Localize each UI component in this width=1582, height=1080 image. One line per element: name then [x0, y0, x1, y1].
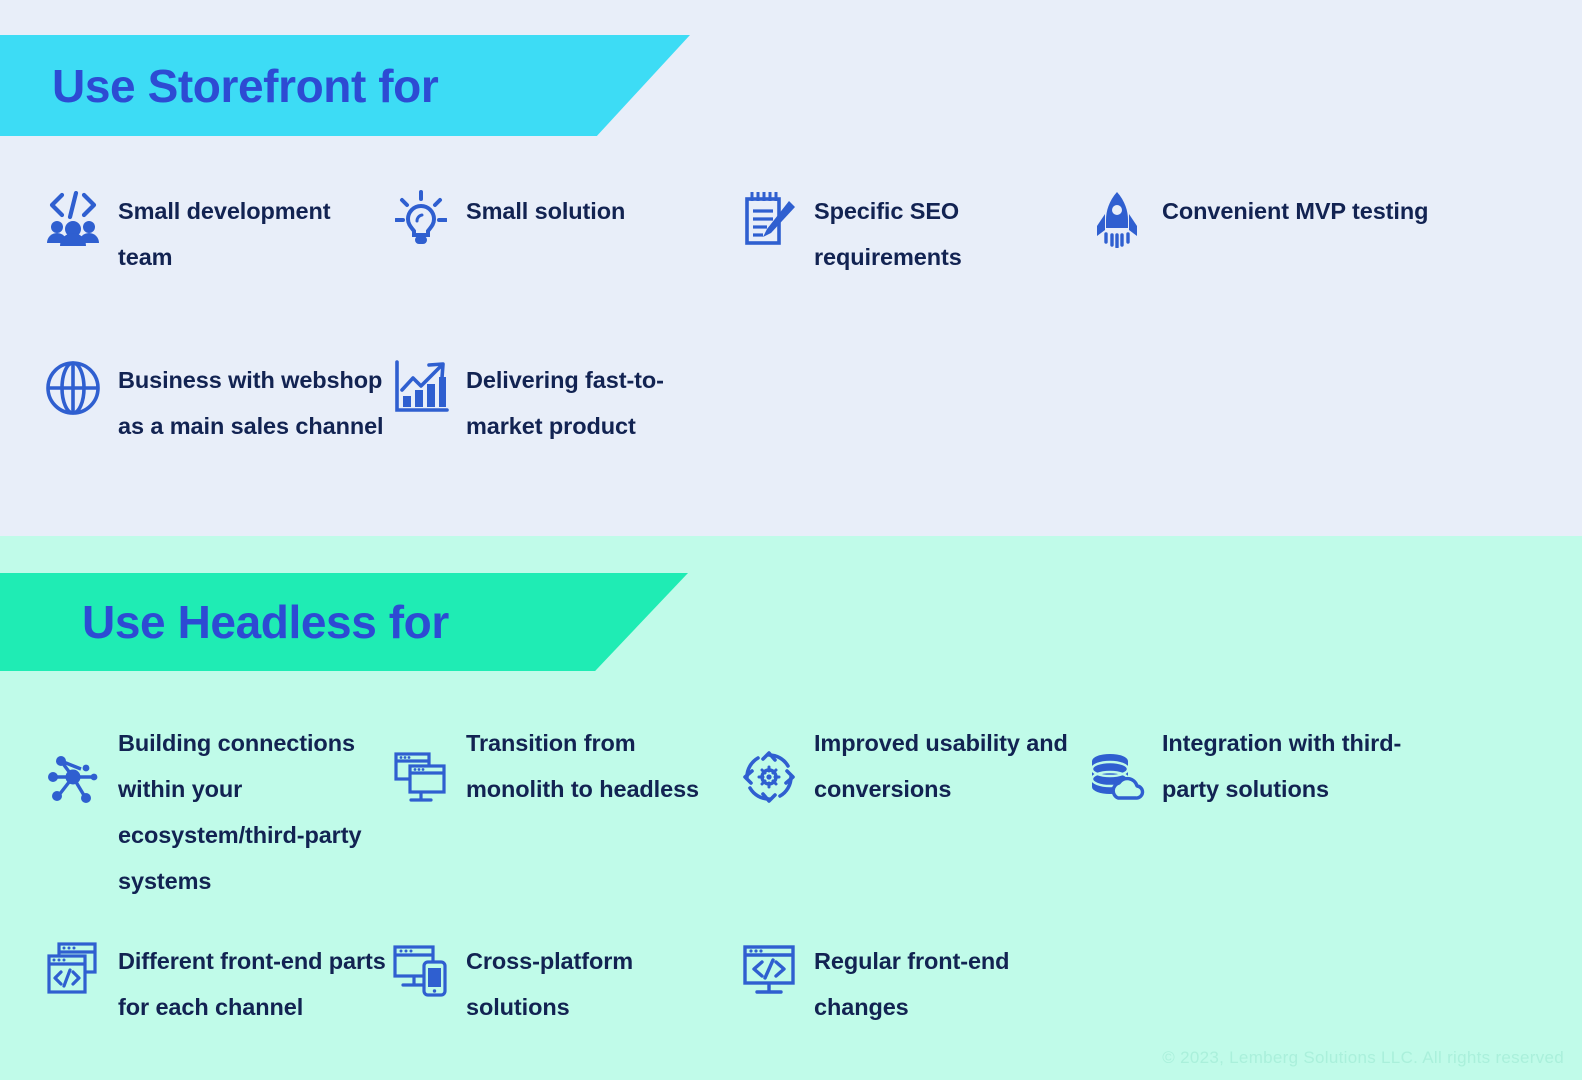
feature-label: Delivering fast-to-market product — [466, 367, 664, 439]
feature-label: Building connections within your ecosyst… — [118, 730, 362, 894]
feature-improved-usability: Improved usability and conversions — [740, 720, 1088, 904]
feature-building-connections: Building connections within your ecosyst… — [44, 720, 392, 904]
feature-regular-front-end-changes: Regular front-end changes — [740, 938, 1088, 1030]
lightbulb-icon — [392, 190, 450, 248]
monitor-phone-icon — [392, 940, 450, 998]
gear-refresh-icon — [740, 748, 798, 806]
feature-different-front-end-parts: Different front-end parts for each chann… — [44, 938, 392, 1030]
infographic-page: Use Storefront for Small development tea… — [0, 0, 1582, 1080]
feature-cross-platform-solutions: Cross-platform solutions — [392, 938, 740, 1030]
storefront-feature-row-1: Small development team Small solution Sp… — [44, 188, 1436, 280]
feature-transition-from-monolith: Transition from monolith to headless — [392, 720, 740, 904]
feature-label: Cross-platform solutions — [466, 948, 634, 1020]
feature-label: Regular front-end changes — [814, 948, 1010, 1020]
feature-label: Different front-end parts for each chann… — [118, 948, 386, 1020]
feature-label: Small solution — [466, 198, 626, 224]
footer-copyright: © 2023, Lemberg Solutions LLC. All right… — [1162, 1048, 1564, 1067]
network-nodes-icon — [44, 748, 102, 806]
feature-specific-seo-requirements: Specific SEO requirements — [740, 188, 1088, 280]
feature-integration-third-party: Integration with third-party solutions — [1088, 720, 1436, 904]
feature-label: Improved usability and conversions — [814, 730, 1068, 802]
feature-label: Convenient MVP testing — [1162, 198, 1429, 224]
headless-feature-row-2: Different front-end parts for each chann… — [44, 938, 1436, 1030]
database-cloud-icon — [1088, 748, 1146, 806]
feature-small-development-team: Small development team — [44, 188, 392, 280]
feature-label: Transition from monolith to headless — [466, 730, 700, 802]
monitor-code-icon — [740, 940, 798, 998]
growth-chart-icon — [392, 359, 450, 417]
rocket-icon — [1088, 190, 1146, 248]
storefront-title: Use Storefront for — [52, 59, 439, 112]
feature-label: Business with webshop as a main sales ch… — [118, 367, 384, 439]
feature-business-with-webshop: Business with webshop as a main sales ch… — [44, 357, 392, 449]
feature-label: Small development team — [118, 198, 331, 270]
code-team-icon — [44, 190, 102, 248]
monitor-windows-icon — [392, 748, 450, 806]
storefront-feature-row-2: Business with webshop as a main sales ch… — [44, 357, 1436, 449]
feature-label: Specific SEO requirements — [814, 198, 962, 270]
headless-feature-row-1: Building connections within your ecosyst… — [44, 720, 1436, 904]
feature-convenient-mvp-testing: Convenient MVP testing — [1088, 188, 1436, 280]
browser-code-icon — [44, 940, 102, 998]
headless-title: Use Headless for — [82, 596, 449, 648]
globe-icon — [44, 359, 102, 417]
storefront-banner: Use Storefront for — [0, 35, 690, 136]
feature-delivering-fast-to-market: Delivering fast-to-market product — [392, 357, 740, 449]
feature-label: Integration with third-party solutions — [1162, 730, 1402, 802]
feature-small-solution: Small solution — [392, 188, 740, 280]
headless-banner: Use Headless for — [0, 573, 688, 671]
notepad-pencil-icon — [740, 190, 798, 248]
